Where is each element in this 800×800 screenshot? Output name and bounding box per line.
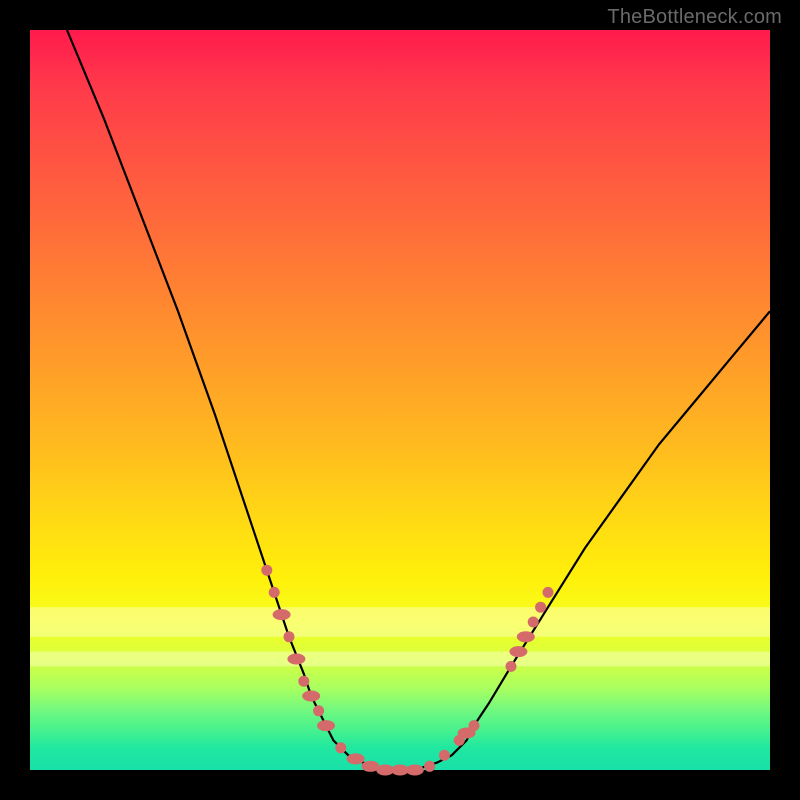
bright-band — [30, 607, 770, 637]
curve-marker — [302, 691, 320, 702]
chart-frame: TheBottleneck.com — [0, 0, 800, 800]
curve-svg — [30, 30, 770, 770]
curve-marker — [535, 602, 546, 613]
curve-marker — [287, 654, 305, 665]
bright-band — [30, 652, 770, 667]
curve-marker — [273, 609, 291, 620]
curve-marker — [469, 720, 480, 731]
curve-marker — [284, 631, 295, 642]
markers-group — [261, 565, 553, 776]
curve-marker — [509, 646, 527, 657]
curve-marker — [517, 631, 535, 642]
curve-marker — [317, 720, 335, 731]
curve-marker — [528, 617, 539, 628]
curve-marker — [347, 753, 365, 764]
bright-bands-group — [30, 607, 770, 666]
curve-marker — [269, 587, 280, 598]
curve-marker — [261, 565, 272, 576]
curve-marker — [313, 705, 324, 716]
curve-marker — [424, 761, 435, 772]
plot-area — [30, 30, 770, 770]
attribution-text: TheBottleneck.com — [607, 6, 782, 29]
curve-marker — [439, 750, 450, 761]
curve-marker — [335, 742, 346, 753]
curve-marker — [506, 661, 517, 672]
curve-marker — [298, 676, 309, 687]
curve-marker — [406, 765, 424, 776]
curve-marker — [543, 587, 554, 598]
